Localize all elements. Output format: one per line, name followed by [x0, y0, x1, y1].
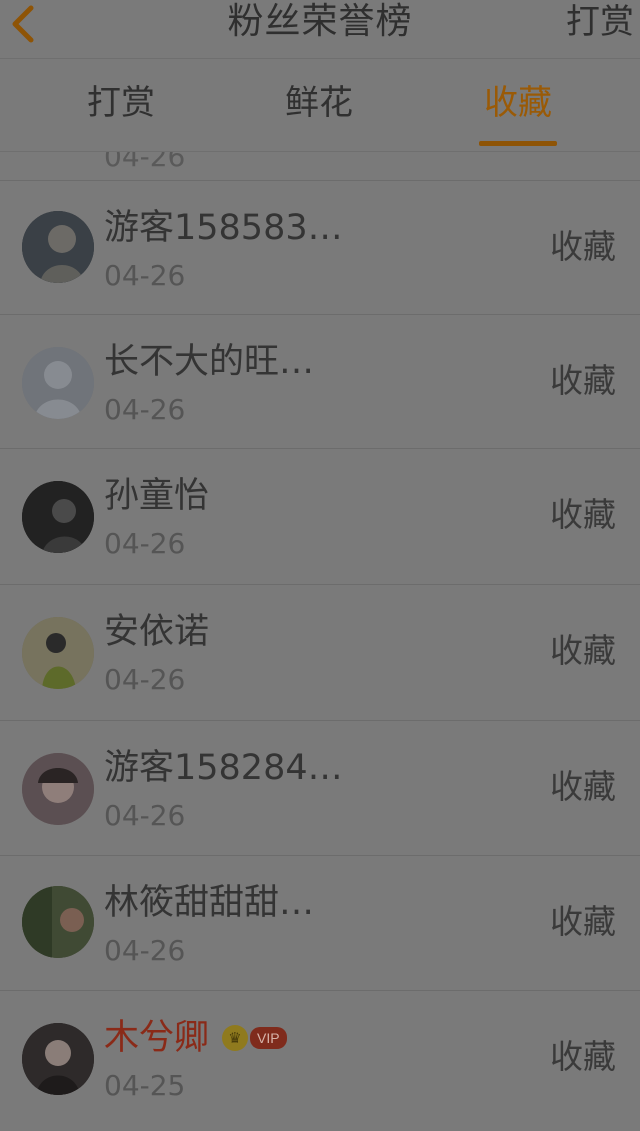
tab-reward[interactable]: 打赏	[61, 83, 181, 123]
item-name: 长不大的旺…	[104, 342, 315, 382]
item-name: 游客158284…	[104, 748, 343, 788]
tab-flowers[interactable]: 鲜花	[259, 83, 379, 123]
list-item-vip[interactable]: 木兮卿 ♛ VIP 04-25 收藏	[0, 991, 640, 1131]
reward-button[interactable]: 打赏	[566, 0, 634, 44]
item-action: 收藏	[550, 495, 616, 534]
item-date: 04-26	[104, 393, 186, 426]
item-date: 04-26	[104, 259, 186, 292]
avatar-icon	[22, 1023, 94, 1095]
item-name: 木兮卿	[104, 1018, 210, 1058]
avatar-icon	[22, 617, 94, 689]
vip-badge: VIP	[250, 1027, 287, 1049]
item-action: 收藏	[550, 1037, 616, 1076]
item-name: 游客158583…	[104, 208, 343, 248]
avatar-icon	[22, 481, 94, 553]
list-item[interactable]: 林筱甜甜甜… 04-26 收藏	[0, 856, 640, 991]
item-action: 收藏	[550, 227, 616, 266]
item-name: 孙童怡	[104, 476, 210, 516]
tab-favorites[interactable]: 收藏	[458, 83, 578, 123]
item-date: 04-25	[104, 1069, 186, 1102]
item-name: 林筱甜甜甜…	[104, 883, 315, 923]
top-bar: 粉丝荣誉榜 打赏	[0, 0, 640, 59]
item-date: 04-26	[104, 934, 186, 967]
item-action: 收藏	[550, 767, 616, 806]
item-date: 04-26	[104, 663, 186, 696]
avatar-icon	[22, 211, 94, 283]
tab-bar: 打赏 鲜花 收藏	[0, 59, 640, 152]
list-item[interactable]: 游客158284… 04-26 收藏	[0, 721, 640, 856]
list-item[interactable]: 孙童怡 04-26 收藏	[0, 449, 640, 585]
active-tab-indicator	[479, 141, 557, 146]
list-item[interactable]: 长不大的旺… 04-26 收藏	[0, 315, 640, 449]
item-date: 04-26	[104, 799, 186, 832]
item-name: 安依诺	[104, 612, 210, 652]
crown-icon: ♛	[222, 1025, 248, 1051]
list-item[interactable]: 安依诺 04-26 收藏	[0, 585, 640, 721]
page-title: 粉丝荣誉榜	[227, 1, 413, 42]
default-avatar-icon	[22, 347, 94, 419]
avatar-icon	[22, 886, 94, 958]
list-item[interactable]: 游客158583… 04-26 收藏	[0, 181, 640, 315]
vip-badges: ♛ VIP	[222, 1025, 287, 1051]
item-action: 收藏	[550, 902, 616, 941]
avatar-icon	[22, 753, 94, 825]
fan-list: 游客158583… 04-26 收藏 长不大的旺… 04-26 收藏 孙童怡 0…	[0, 181, 640, 1131]
item-date: 04-26	[104, 152, 186, 173]
list-item-partial: 04-26	[0, 152, 640, 181]
item-date: 04-26	[104, 527, 186, 560]
item-action: 收藏	[550, 361, 616, 400]
item-action: 收藏	[550, 631, 616, 670]
